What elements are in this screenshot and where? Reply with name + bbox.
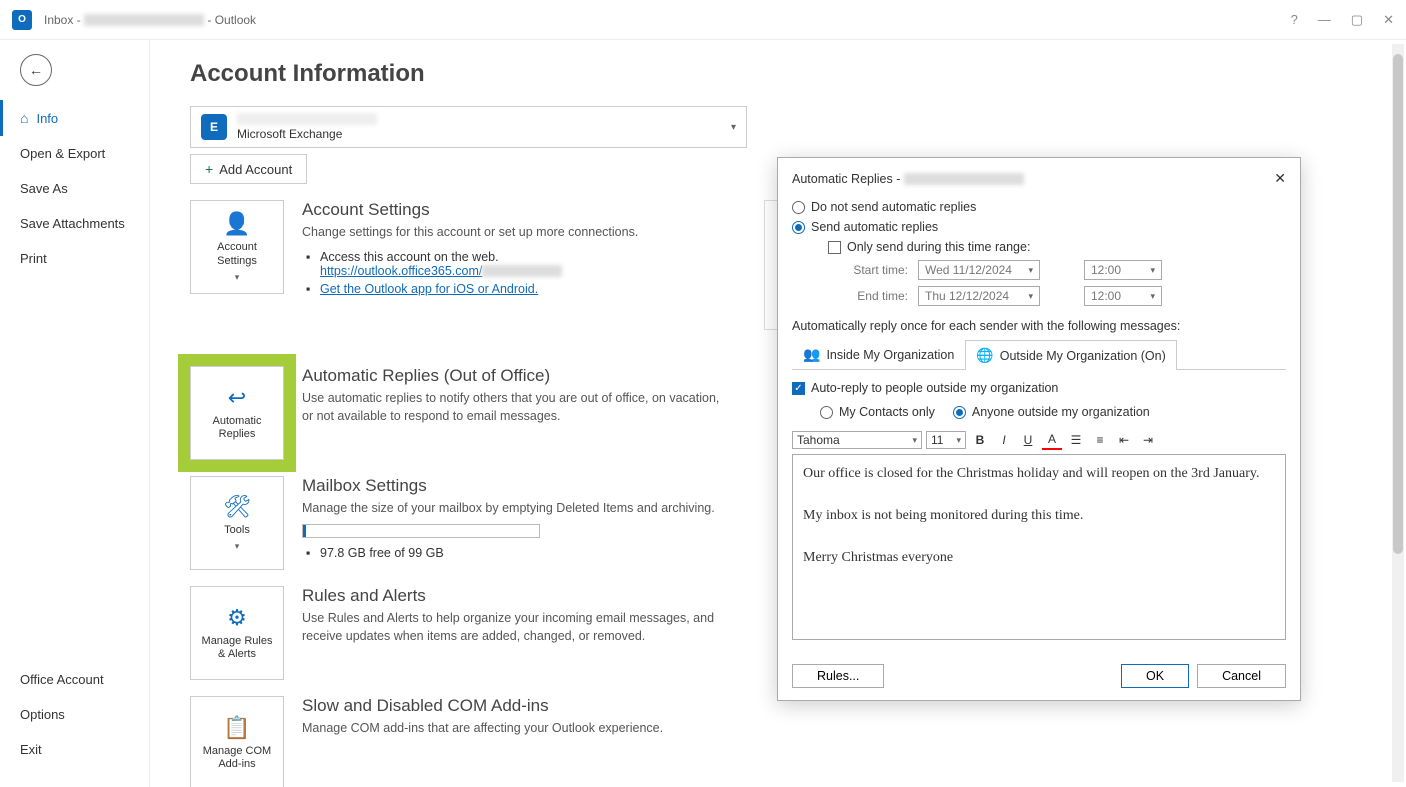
sidebar: ← ⌂Info Open & Export Save As Save Attac… bbox=[0, 40, 150, 787]
chevron-down-icon: ▾ bbox=[235, 541, 240, 552]
radio-icon bbox=[820, 406, 833, 419]
section-desc: Use Rules and Alerts to help organize yo… bbox=[302, 610, 732, 645]
chevron-down-icon: ▾ bbox=[731, 122, 736, 133]
storage-bar bbox=[302, 524, 540, 538]
indent-button[interactable]: ⇥ bbox=[1138, 430, 1158, 450]
checkbox-time-range[interactable]: Only send during this time range: bbox=[792, 237, 1286, 257]
font-family-combo[interactable]: Tahoma▾ bbox=[792, 431, 922, 449]
radio-anyone[interactable]: Anyone outside my organization bbox=[953, 402, 1150, 422]
tab-outside-org[interactable]: 🌐 Outside My Organization (On) bbox=[965, 340, 1176, 370]
tab-inside-org[interactable]: 👥 Inside My Organization bbox=[792, 339, 965, 369]
nav-open-export[interactable]: Open & Export bbox=[0, 136, 149, 171]
number-list-button[interactable]: ≡ bbox=[1090, 430, 1110, 450]
home-icon: ⌂ bbox=[20, 110, 28, 126]
cancel-button[interactable]: Cancel bbox=[1197, 664, 1286, 688]
account-email bbox=[237, 113, 377, 125]
tools-icon: 🛠 bbox=[223, 494, 251, 520]
reply-note: Automatically reply once for each sender… bbox=[792, 319, 1286, 333]
bold-button[interactable]: B bbox=[970, 430, 990, 450]
web-access-link[interactable]: https://outlook.office365.com/ bbox=[320, 264, 482, 278]
addin-icon: 📋 bbox=[223, 715, 250, 741]
chevron-down-icon: ▾ bbox=[235, 272, 240, 283]
back-button[interactable]: ← bbox=[20, 54, 52, 86]
help-icon[interactable]: ? bbox=[1291, 12, 1298, 28]
plus-icon: + bbox=[205, 161, 213, 177]
title-text: Inbox - - Outlook bbox=[44, 13, 256, 27]
section-title: Account Settings bbox=[302, 200, 732, 220]
end-time-combo[interactable]: 12:00▾ bbox=[1084, 286, 1162, 306]
section-desc: Use automatic replies to notify others t… bbox=[302, 390, 732, 425]
start-time-combo[interactable]: 12:00▾ bbox=[1084, 260, 1162, 280]
globe-icon: 🌐 bbox=[976, 347, 993, 364]
com-addins-tile[interactable]: 📋 Manage COM Add-ins bbox=[190, 696, 284, 787]
section-desc: Manage COM add-ins that are affecting yo… bbox=[302, 720, 732, 738]
automatic-replies-dialog: Automatic Replies - ✕ Do not send automa… bbox=[777, 157, 1301, 701]
end-time-label: End time: bbox=[848, 289, 908, 303]
radio-send[interactable]: Send automatic replies bbox=[792, 217, 1286, 237]
automatic-replies-tile[interactable]: ↩ Automatic Replies bbox=[190, 366, 284, 460]
title-bar: O Inbox - - Outlook ? — ▢ ✕ bbox=[0, 0, 1406, 40]
add-account-button[interactable]: + Add Account bbox=[190, 154, 307, 184]
storage-text: 97.8 GB free of 99 GB bbox=[320, 544, 732, 562]
end-date-combo[interactable]: Thu 12/12/2024▾ bbox=[918, 286, 1040, 306]
bullet-item: Get the Outlook app for iOS or Android. bbox=[320, 280, 732, 298]
nav-office-account[interactable]: Office Account bbox=[0, 662, 150, 697]
gear-bell-icon: ⚙ bbox=[227, 605, 247, 631]
nav-exit[interactable]: Exit bbox=[0, 732, 150, 767]
section-desc: Manage the size of your mailbox by empty… bbox=[302, 500, 732, 518]
scroll-thumb[interactable] bbox=[1393, 54, 1403, 554]
radio-contacts-only[interactable]: My Contacts only bbox=[820, 402, 935, 422]
minimize-icon[interactable]: — bbox=[1318, 12, 1331, 28]
section-title: Mailbox Settings bbox=[302, 476, 732, 496]
close-icon[interactable]: ✕ bbox=[1274, 170, 1286, 187]
nav-options[interactable]: Options bbox=[0, 697, 150, 732]
message-editor[interactable]: Our office is closed for the Christmas h… bbox=[792, 454, 1286, 640]
rules-button[interactable]: Rules... bbox=[792, 664, 884, 688]
nav-print[interactable]: Print bbox=[0, 241, 149, 276]
rules-alerts-tile[interactable]: ⚙ Manage Rules & Alerts bbox=[190, 586, 284, 680]
font-color-button[interactable]: A bbox=[1042, 430, 1062, 450]
arrow-left-icon: ← bbox=[29, 62, 43, 78]
checkbox-auto-reply-outside[interactable]: ✓ Auto-reply to people outside my organi… bbox=[792, 378, 1286, 398]
exchange-icon: E bbox=[201, 114, 227, 140]
reply-icon: ↩ bbox=[228, 385, 246, 411]
nav-info[interactable]: ⌂Info bbox=[0, 100, 149, 136]
section-title: Rules and Alerts bbox=[302, 586, 732, 606]
close-icon[interactable]: ✕ bbox=[1383, 12, 1394, 28]
bullet-item: Access this account on the web.https://o… bbox=[320, 248, 732, 280]
account-selector[interactable]: E Microsoft Exchange ▾ bbox=[190, 106, 747, 148]
scrollbar[interactable] bbox=[1392, 44, 1404, 782]
ok-button[interactable]: OK bbox=[1121, 664, 1189, 688]
account-settings-tile[interactable]: 👤 Account Settings ▾ bbox=[190, 200, 284, 294]
section-desc: Change settings for this account or set … bbox=[302, 224, 732, 242]
account-type: Microsoft Exchange bbox=[237, 127, 731, 141]
radio-icon bbox=[792, 221, 805, 234]
radio-icon bbox=[953, 406, 966, 419]
section-title: Slow and Disabled COM Add-ins bbox=[302, 696, 732, 716]
user-gear-icon: 👤 bbox=[223, 211, 250, 237]
outdent-button[interactable]: ⇤ bbox=[1114, 430, 1134, 450]
nav-save-attachments[interactable]: Save Attachments bbox=[0, 206, 149, 241]
font-size-combo[interactable]: 11▾ bbox=[926, 431, 966, 449]
nav-save-as[interactable]: Save As bbox=[0, 171, 149, 206]
start-date-combo[interactable]: Wed 11/12/2024▾ bbox=[918, 260, 1040, 280]
checkbox-icon: ✓ bbox=[792, 382, 805, 395]
bullet-list-button[interactable]: ☰ bbox=[1066, 430, 1086, 450]
radio-icon bbox=[792, 201, 805, 214]
tools-tile[interactable]: 🛠 Tools ▾ bbox=[190, 476, 284, 570]
section-title: Automatic Replies (Out of Office) bbox=[302, 366, 732, 386]
page-title: Account Information bbox=[190, 60, 1366, 88]
radio-do-not-send[interactable]: Do not send automatic replies bbox=[792, 197, 1286, 217]
italic-button[interactable]: I bbox=[994, 430, 1014, 450]
start-time-label: Start time: bbox=[848, 263, 908, 277]
checkbox-icon bbox=[828, 241, 841, 254]
maximize-icon[interactable]: ▢ bbox=[1351, 12, 1363, 28]
app-link[interactable]: Get the Outlook app for iOS or Android. bbox=[320, 282, 538, 296]
dialog-title: Automatic Replies - bbox=[792, 172, 1024, 186]
underline-button[interactable]: U bbox=[1018, 430, 1038, 450]
format-toolbar: Tahoma▾ 11▾ B I U A ☰ ≡ ⇤ ⇥ bbox=[792, 430, 1286, 450]
people-icon: 👥 bbox=[803, 346, 820, 363]
outlook-logo-icon: O bbox=[12, 10, 32, 30]
